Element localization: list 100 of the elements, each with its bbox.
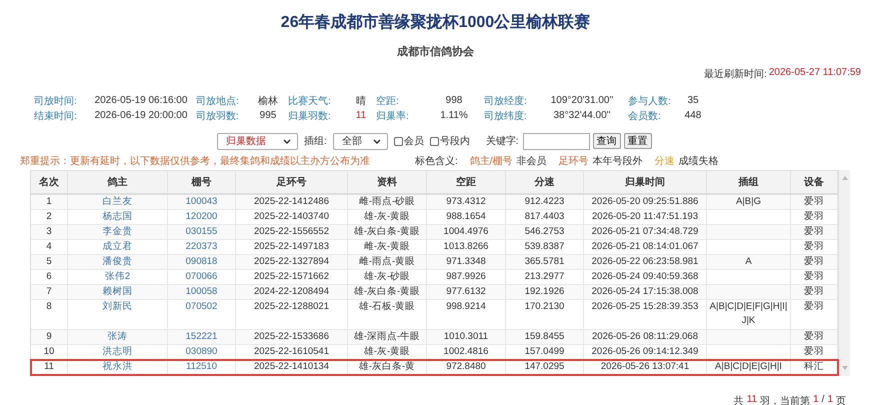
table-cell: A|B|G bbox=[736, 196, 761, 207]
table-link[interactable]: 090818 bbox=[186, 256, 218, 267]
current-page: 1 bbox=[813, 394, 819, 405]
table-cell: 2025-22-1571662 bbox=[254, 271, 329, 282]
info-label: 司放时间: bbox=[34, 94, 78, 108]
column-header[interactable]: 名次 bbox=[31, 171, 68, 193]
table-link[interactable]: 李金贵 bbox=[102, 226, 132, 237]
table-link[interactable]: 张伟2 bbox=[104, 271, 130, 282]
table-cell: 973.4312 bbox=[446, 196, 486, 207]
scrollbar[interactable] bbox=[839, 170, 850, 376]
table-cell: 2025-22-1288021 bbox=[254, 301, 329, 312]
table-cell: 2025-22-1403740 bbox=[254, 211, 329, 222]
info-label: 司放经度: bbox=[484, 94, 528, 108]
total-count: 11 bbox=[746, 394, 758, 405]
table-cell: 1004.4976 bbox=[444, 226, 488, 237]
table-cell: 2024-22-1208494 bbox=[254, 286, 329, 297]
dropdown-icon bbox=[283, 138, 291, 144]
info-label: 会员数: bbox=[628, 110, 662, 122]
table-cell: 8 bbox=[46, 301, 52, 312]
info-value: 448 bbox=[684, 110, 702, 121]
table-cell: 4 bbox=[46, 241, 52, 252]
table-cell: 2026-05-26 08:11:29.068 bbox=[592, 331, 698, 342]
table-link[interactable]: 030890 bbox=[186, 346, 218, 357]
info-label: 参与人数: bbox=[628, 94, 672, 108]
info-label: 司放纬度: bbox=[484, 110, 528, 122]
table-row[interactable]: 5 潘俊贵 090818 2025-22-1327894 雌-雨点-黄眼 971.3348 365.5781 2026-05-22 06:23:58.981 A 爱羽 bbox=[31, 255, 838, 270]
refresh-label: 最近刷新时间: bbox=[704, 68, 767, 81]
dropdown-icon bbox=[372, 138, 381, 144]
table-row[interactable]: 1 白兰友 100043 2025-22-1412486 雌-雨点-砂眼 973.4312 912.4223 2026-05-20 09:25:51.886 A|B|G 爱羽 bbox=[31, 195, 838, 210]
table-cell: 雌-雨点-黄眼 bbox=[358, 256, 416, 267]
table-link[interactable]: 030155 bbox=[186, 226, 218, 237]
column-header[interactable]: 足环号 bbox=[236, 171, 348, 193]
keyword-field[interactable] bbox=[522, 132, 590, 150]
table-link[interactable]: 白兰友 bbox=[102, 196, 132, 207]
table-cell: 3 bbox=[46, 226, 52, 237]
table-row[interactable]: 9 张涛 152221 2025-22-1533686 雄-深雨点-牛眼 1010.3011 159.8455 2026-05-26 08:11:29.068 爱羽 bbox=[31, 330, 838, 345]
scroll-down-icon bbox=[842, 366, 848, 370]
legend-sample: 分速 bbox=[654, 154, 675, 168]
table-link[interactable]: 张涛 bbox=[108, 331, 128, 342]
table-cell: A|B|C|D|E|G|H|I bbox=[715, 361, 782, 372]
table-cell: 988.1654 bbox=[446, 211, 486, 222]
column-header[interactable]: 资料 bbox=[348, 171, 427, 193]
table-row[interactable]: 11 祝永洪 112510 2025-22-1410134 雄-灰白条-黄 972.8480 147.0295 2026-05-26 13:07:41 A|B|C|D|E|G|H|I 科汇 bbox=[31, 360, 838, 375]
group-label: 插组: bbox=[304, 135, 327, 148]
table-link[interactable]: 220373 bbox=[186, 241, 218, 252]
table-link[interactable]: 祝永洪 bbox=[102, 361, 132, 372]
info-value: 11 bbox=[354, 110, 368, 121]
info-value: 35 bbox=[686, 95, 700, 106]
group-select[interactable]: 全部 bbox=[332, 132, 388, 150]
table-link[interactable]: 成立君 bbox=[102, 241, 132, 252]
checkbox-label: 号段内 bbox=[440, 134, 470, 148]
table-cell: 爱羽 bbox=[804, 271, 824, 282]
action-button[interactable]: 查询 bbox=[592, 133, 621, 149]
table-link[interactable]: 070066 bbox=[186, 271, 218, 282]
refresh-time: 2026-05-27 11:07:59 bbox=[768, 67, 861, 80]
column-header[interactable]: 归巢时间 bbox=[584, 171, 707, 193]
table-cell: A bbox=[745, 256, 752, 267]
table-link[interactable]: 洪志明 bbox=[102, 346, 132, 357]
table-row[interactable]: 3 李金贵 030155 2025-22-1556552 雄-灰白条-黄眼 1004.4976 546.2753 2026-05-21 07:34:48.729 爱羽 bbox=[31, 225, 838, 240]
table-cell: 147.0295 bbox=[524, 361, 564, 372]
table-link[interactable]: 赖树国 bbox=[102, 286, 132, 297]
table-link[interactable]: 120200 bbox=[186, 211, 218, 222]
table-cell: 1010.3011 bbox=[444, 331, 488, 342]
table-link[interactable]: 潘俊贵 bbox=[102, 256, 132, 267]
checkbox[interactable] bbox=[430, 136, 439, 146]
table-link[interactable]: 100043 bbox=[186, 196, 218, 207]
table-row[interactable]: 7 赖树国 100058 2024-22-1208494 雄-灰白条-黄眼 977.6132 192.1926 2026-05-24 17:15:38.008 爱羽 bbox=[31, 285, 838, 300]
legend-meaning: 非会员 bbox=[516, 154, 547, 168]
action-button[interactable]: 重置 bbox=[624, 133, 652, 149]
table-cell: A|B|C|D|E|F|G|H|I|J|K bbox=[710, 301, 788, 326]
data-type-select[interactable]: 归巢数据 bbox=[217, 132, 298, 150]
table-link[interactable]: 152221 bbox=[186, 331, 218, 342]
table-link[interactable]: 杨志国 bbox=[102, 211, 132, 222]
table-cell: 2 bbox=[46, 211, 52, 222]
info-value: 榆林 bbox=[257, 94, 279, 108]
table-link[interactable]: 刘新民 bbox=[102, 301, 132, 312]
table-link[interactable]: 112510 bbox=[186, 361, 217, 372]
table-cell: 2025-22-1412486 bbox=[254, 196, 329, 207]
table-cell: 2025-22-1327894 bbox=[254, 256, 329, 267]
table-cell: 2026-05-22 06:23:58.981 bbox=[592, 256, 698, 267]
table-cell: 爱羽 bbox=[804, 346, 824, 357]
info-value: 38°32'44.00'' bbox=[552, 110, 612, 121]
table-cell: 雌-雨点-砂眼 bbox=[358, 196, 416, 207]
checkbox[interactable] bbox=[394, 136, 403, 146]
column-header[interactable]: 鸽主 bbox=[68, 171, 168, 193]
column-header[interactable]: 空距 bbox=[427, 171, 506, 193]
column-header[interactable]: 设备 bbox=[791, 171, 838, 193]
page-count: 1 bbox=[827, 394, 833, 405]
table-cell: 1002.4816 bbox=[444, 346, 488, 357]
table-cell: 2026-05-20 09:25:51.886 bbox=[592, 196, 698, 207]
column-header[interactable]: 棚号 bbox=[168, 171, 236, 193]
table-cell: 2026-05-25 15:28:39.353 bbox=[592, 301, 698, 312]
keyword-label: 关键字: bbox=[486, 134, 519, 148]
info-value: 1.11% bbox=[439, 110, 469, 121]
table-link[interactable]: 100058 bbox=[186, 286, 218, 297]
table-link[interactable]: 070502 bbox=[186, 301, 218, 312]
column-header[interactable]: 分速 bbox=[506, 171, 584, 193]
table-cell: 爱羽 bbox=[804, 196, 824, 207]
column-header[interactable]: 插组 bbox=[707, 171, 791, 193]
table-cell: 5 bbox=[46, 256, 52, 267]
